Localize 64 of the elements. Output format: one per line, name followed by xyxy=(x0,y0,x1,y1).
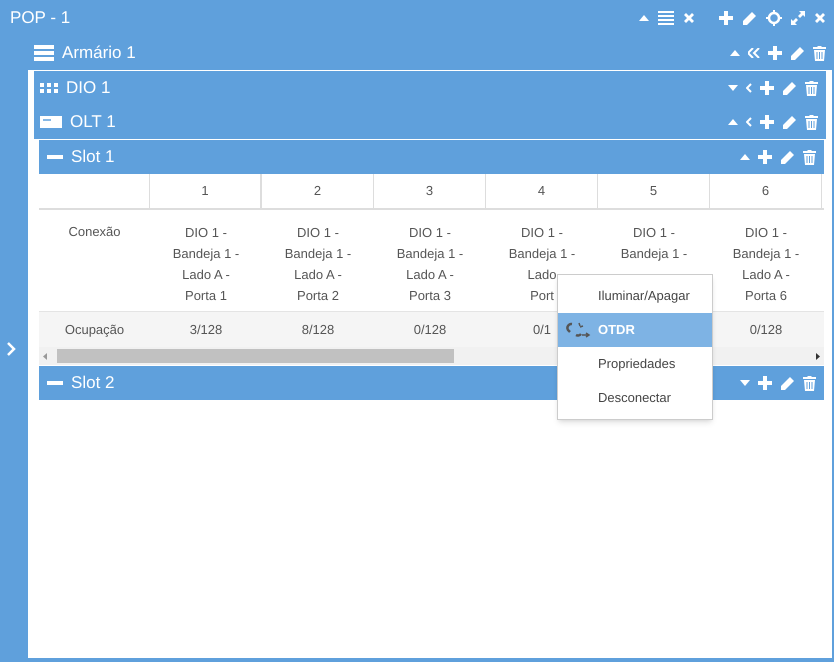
column-header: 4 xyxy=(486,174,598,208)
table-cell-text: 0/128 xyxy=(414,321,446,339)
caret-down-icon[interactable] xyxy=(740,380,750,386)
crosshair-icon[interactable] xyxy=(766,10,782,26)
table-cell-text: 0/1 xyxy=(532,321,552,339)
device-icon[interactable] xyxy=(40,116,62,128)
menu-item[interactable]: Propriedades xyxy=(558,347,712,381)
window-title: POP - 1 xyxy=(10,7,70,30)
pencil-icon[interactable] xyxy=(742,10,757,26)
pencil-icon[interactable] xyxy=(790,46,805,60)
plus-icon[interactable] xyxy=(760,81,774,95)
column-header: 1 xyxy=(150,174,262,208)
trash-icon[interactable] xyxy=(805,80,818,96)
pencil-icon[interactable] xyxy=(782,114,797,130)
menu-icon[interactable] xyxy=(658,11,674,25)
column-header: 6 xyxy=(710,174,822,208)
table-cell-text: DIO 1 - Bandeja 1 - Lado A - Porta 2 xyxy=(284,224,352,305)
table-cell-text: DIO 1 - Bandeja 1 - xyxy=(620,224,688,263)
table-cell-text: 3/128 xyxy=(190,321,222,339)
slot-title: Slot 1 xyxy=(71,146,114,168)
column-header: 3 xyxy=(374,174,486,208)
table-cell-text: 0/128 xyxy=(750,321,782,339)
server-icon[interactable] xyxy=(34,45,54,61)
pencil-icon[interactable] xyxy=(780,150,795,164)
caret-down-icon[interactable] xyxy=(728,85,738,91)
row-label: Ocupação xyxy=(64,320,126,339)
chevron-left-icon[interactable] xyxy=(746,83,752,93)
close-icon[interactable] xyxy=(814,12,826,24)
caret-up-icon[interactable] xyxy=(730,50,740,56)
slot-title: Slot 2 xyxy=(71,372,114,394)
row-label: Conexão xyxy=(67,223,122,241)
table-cell-text: DIO 1 - Bandeja 1 - Lado A - Porta 1 xyxy=(172,224,240,305)
column-header: 5 xyxy=(598,174,710,208)
column-header: 2 xyxy=(262,174,374,208)
caret-up-icon[interactable] xyxy=(728,119,738,125)
table-cell-text: DIO 1 - Bandeja 1 - Lado A - Porta 6 xyxy=(732,224,800,305)
device-title: DIO 1 xyxy=(66,77,110,100)
scroll-right-icon[interactable] xyxy=(816,352,820,360)
table-cell-text: DIO 1 - Bandeja 1 - Lado A - Porta 3 xyxy=(396,224,464,305)
menu-item[interactable]: Desconectar xyxy=(558,381,712,415)
device-title: OLT 1 xyxy=(70,111,116,134)
plus-icon[interactable] xyxy=(760,115,774,129)
trash-icon[interactable] xyxy=(813,46,826,60)
pencil-icon[interactable] xyxy=(782,80,797,96)
plus-icon[interactable] xyxy=(768,46,782,60)
trash-icon[interactable] xyxy=(803,376,816,390)
plus-icon[interactable] xyxy=(758,376,772,390)
trash-icon[interactable] xyxy=(803,150,816,164)
caret-up-icon[interactable] xyxy=(639,15,649,21)
cabinet-title: Armário 1 xyxy=(62,42,136,64)
plus-icon[interactable] xyxy=(719,11,733,25)
grid-icon[interactable] xyxy=(40,83,58,93)
trash-icon[interactable] xyxy=(805,114,818,130)
expand-icon[interactable] xyxy=(791,11,805,25)
chevron-left-icon[interactable] xyxy=(746,117,752,127)
caret-up-icon[interactable] xyxy=(740,154,750,160)
chevron-right-icon[interactable] xyxy=(6,342,16,356)
table-cell-text: 8/128 xyxy=(302,321,334,339)
double-chevron-icon[interactable] xyxy=(748,48,760,58)
broken-link-icon xyxy=(565,321,591,339)
pencil-icon[interactable] xyxy=(780,376,795,390)
scroll-left-icon[interactable] xyxy=(43,352,47,360)
close-icon[interactable] xyxy=(683,12,695,24)
plus-icon[interactable] xyxy=(758,150,772,164)
